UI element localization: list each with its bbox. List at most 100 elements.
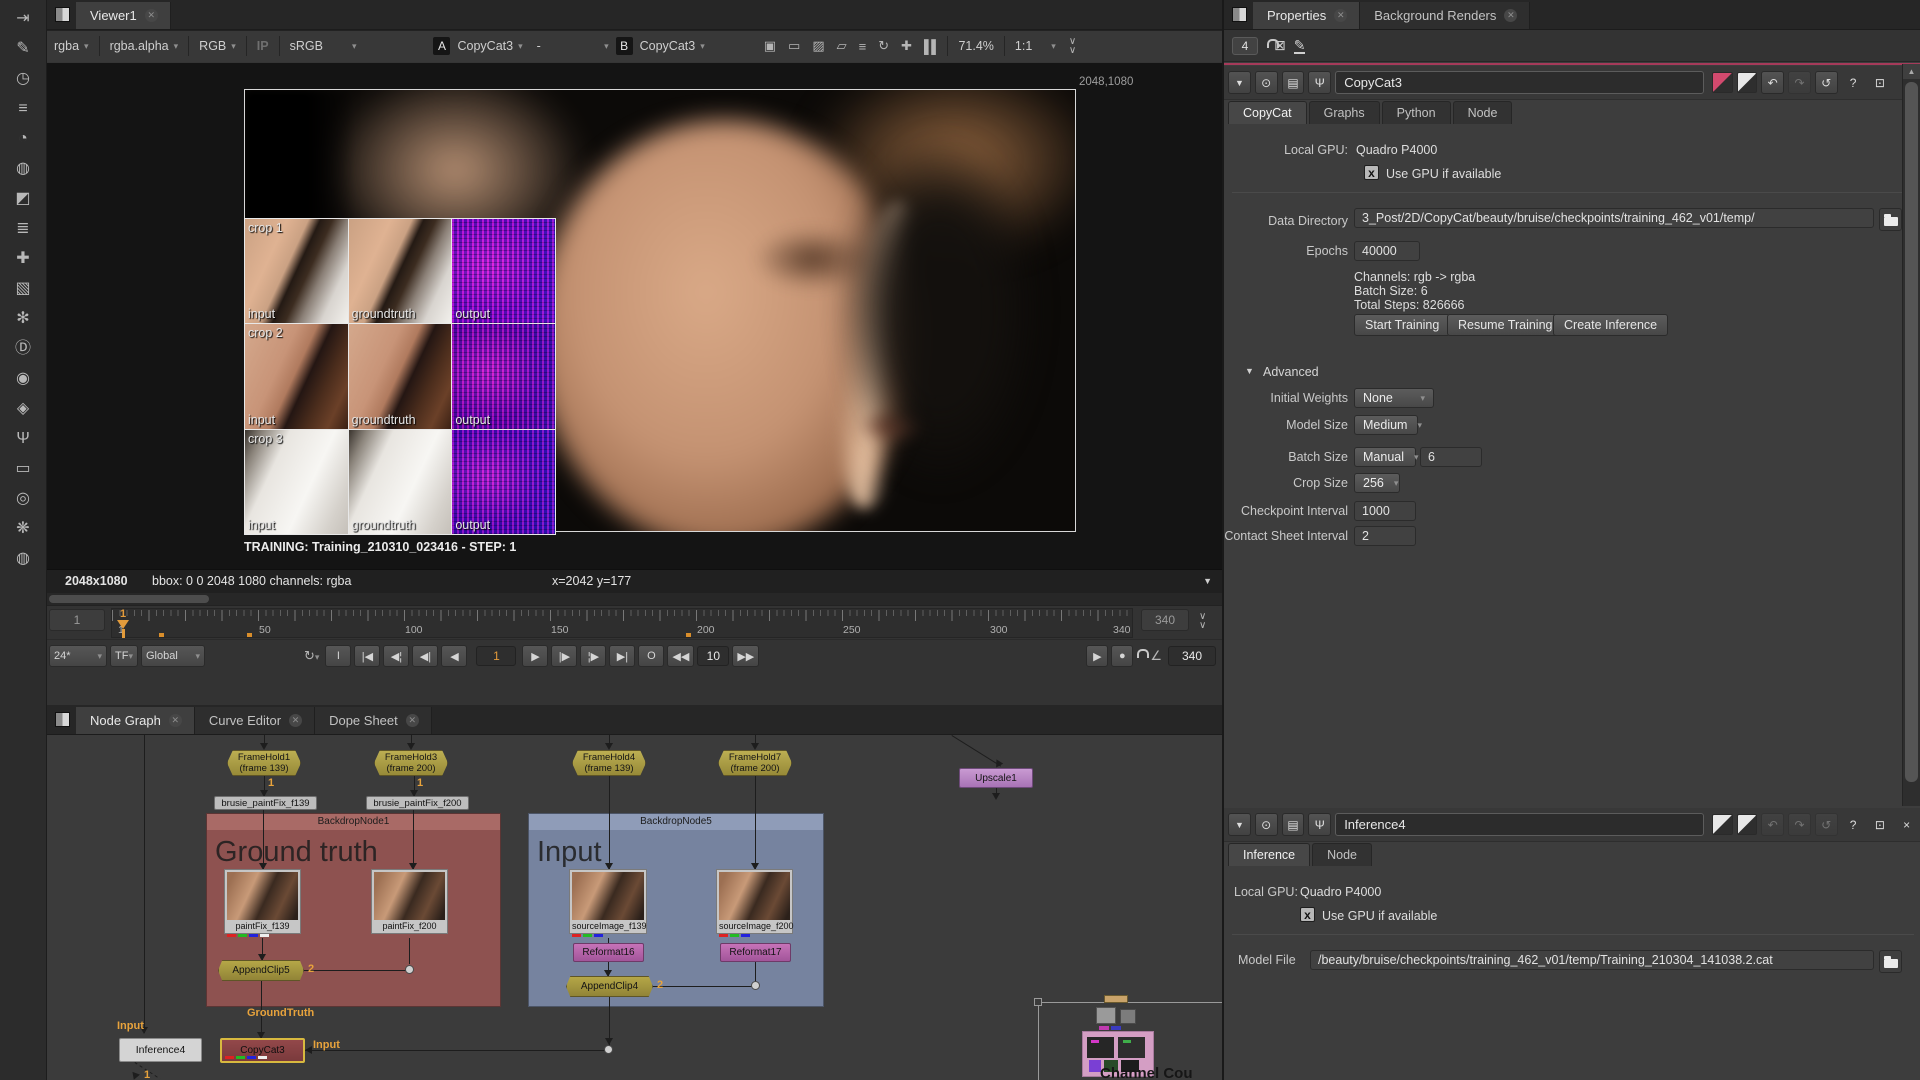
node-thumb-paintfix-f200[interactable]: paintFix_f200 xyxy=(371,869,448,934)
node-appendclip5[interactable]: AppendClip5 xyxy=(218,960,304,981)
tab-node-graph[interactable]: Node Graph ✕ xyxy=(76,707,195,734)
tab-inference-inference[interactable]: Inference xyxy=(1228,843,1311,866)
particles-icon[interactable]: ✻ xyxy=(10,308,36,329)
proxy-ratio-dropdown[interactable]: 1:1 ▾ xyxy=(1008,36,1063,56)
ip-toggle[interactable]: IP xyxy=(250,36,276,56)
info-expand-icon[interactable]: ▼ xyxy=(1203,576,1212,586)
node-framehold1[interactable]: FrameHold1 (frame 139) xyxy=(227,750,301,776)
tab-dope-sheet[interactable]: Dope Sheet ✕ xyxy=(315,707,432,734)
mini-node[interactable] xyxy=(1096,1007,1116,1024)
marquee-handle[interactable] xyxy=(1034,998,1042,1006)
range-start-box[interactable]: 1 xyxy=(49,609,105,631)
overlay-menu-icon[interactable]: ≡ xyxy=(853,39,873,54)
play-forward-button[interactable]: ▶ xyxy=(522,645,549,667)
play-backward-button[interactable]: ◀ xyxy=(441,645,468,667)
step-forward-button[interactable]: ▶▶ xyxy=(732,645,760,667)
timeline-chevron-icon[interactable]: ∨ ∨ xyxy=(1199,612,1206,631)
max-panels-input[interactable]: 4 xyxy=(1232,36,1258,55)
node-reformat17[interactable]: Reformat17 xyxy=(720,943,791,962)
frame-format-icon[interactable]: ▣ xyxy=(758,38,782,54)
help-icon[interactable]: ? xyxy=(1842,813,1865,836)
collapse-chevron-icon[interactable]: ∨ ∨ xyxy=(1063,37,1082,56)
current-frame-box[interactable]: 1 xyxy=(476,646,517,666)
color-icon[interactable]: ◔ xyxy=(10,128,36,149)
tab-copycat-graphs[interactable]: Graphs xyxy=(1308,101,1380,124)
close-icon[interactable]: ✕ xyxy=(289,714,303,727)
tab-background-renders[interactable]: Background Renders ✕ xyxy=(1360,2,1531,29)
checkpoint-interval-input[interactable]: 1000 xyxy=(1354,501,1416,521)
colorspace-dropdown[interactable]: sRGB ▾ xyxy=(283,36,364,56)
close-icon[interactable]: ✕ xyxy=(168,714,182,727)
model-size-dropdown[interactable]: Medium ▾ xyxy=(1354,415,1422,435)
node-thumb-sourceimage-f200[interactable]: sourceImage_f200 xyxy=(716,869,794,937)
node-graph-canvas[interactable]: BackdropNode1 Ground truth BackdropNode5… xyxy=(47,735,1222,1080)
node-color-swatch[interactable] xyxy=(1711,814,1733,835)
use-gpu-checkbox[interactable]: x xyxy=(1364,165,1379,180)
metadata-icon[interactable]: ◈ xyxy=(10,398,36,419)
refresh-icon[interactable]: ↻ xyxy=(872,38,895,54)
data-directory-input[interactable]: 3_Post/2D/CopyCat/beauty/bruise/checkpoi… xyxy=(1354,208,1874,228)
revert-icon[interactable]: ↺ xyxy=(1814,813,1838,836)
epochs-input[interactable]: 40000 xyxy=(1354,241,1420,261)
pause-icon[interactable]: ▌▌ xyxy=(918,39,944,54)
timeline-ruler[interactable]: 150100150200250300340 1 xyxy=(111,608,1133,638)
next-keyframe-button[interactable]: ¦▶ xyxy=(580,645,607,667)
toolsets-icon[interactable]: Ψ xyxy=(10,428,36,449)
display-dropdown[interactable]: RGB ▾ xyxy=(192,36,243,56)
prev-frame-button[interactable]: ◀| xyxy=(412,645,439,667)
first-frame-button[interactable]: |◀ xyxy=(354,645,381,667)
node-upscale1[interactable]: Upscale1 xyxy=(959,768,1033,788)
node-color-swatch[interactable] xyxy=(1711,72,1733,93)
tab-viewer1[interactable]: Viewer1 ✕ xyxy=(76,2,171,29)
views-dropdown[interactable]: Global ▾ xyxy=(140,645,205,667)
wire-dot[interactable] xyxy=(405,965,414,974)
node-name-field[interactable]: Inference4 xyxy=(1335,813,1704,836)
image-icon[interactable]: ⇥ xyxy=(10,8,36,29)
node-name-field[interactable]: CopyCat3 xyxy=(1335,71,1704,94)
zoom-level[interactable]: 71.4% xyxy=(951,36,1000,56)
crop-size-dropdown[interactable]: 256 ▾ xyxy=(1354,473,1400,493)
folder-browse-icon[interactable] xyxy=(1879,208,1902,231)
node-inference4[interactable]: Inference4 xyxy=(119,1038,202,1062)
gl-color-swatch[interactable] xyxy=(1736,814,1758,835)
filter-icon[interactable]: ◍ xyxy=(10,158,36,179)
wire-dot[interactable] xyxy=(751,981,760,990)
collapse-icon[interactable]: ▼ xyxy=(1228,71,1251,94)
channel-icon[interactable]: ≡ xyxy=(10,98,36,119)
playhead[interactable]: 1 xyxy=(115,608,131,638)
views-icon[interactable]: ◉ xyxy=(10,368,36,389)
deep-icon[interactable]: Ⓓ xyxy=(10,338,36,359)
cliptest-icon[interactable]: ▱ xyxy=(831,38,853,54)
wrench-icon[interactable]: Ψ xyxy=(1308,813,1332,836)
tab-inference-node[interactable]: Node xyxy=(1312,843,1373,866)
layer-dropdown[interactable]: rgba.alpha ▾ xyxy=(103,36,186,56)
step-back-button[interactable]: ◀◀ xyxy=(667,645,695,667)
float-panel-icon[interactable]: ⊡ xyxy=(1868,813,1891,836)
loop-mode-icon[interactable]: ↻▾ xyxy=(298,648,325,664)
merge-icon[interactable]: ≣ xyxy=(10,218,36,239)
collapse-icon[interactable]: ▼ xyxy=(1228,813,1251,836)
redo-icon[interactable]: ↷ xyxy=(1788,813,1811,836)
node-appendclip4[interactable]: AppendClip4 xyxy=(566,976,653,997)
batch-size-input[interactable]: 6 xyxy=(1420,447,1482,467)
pane-menu-icon[interactable] xyxy=(55,712,70,727)
tab-copycat-python[interactable]: Python xyxy=(1381,101,1451,124)
ab-mode-dropdown[interactable]: - ▾ xyxy=(530,36,616,56)
initial-weights-dropdown[interactable]: None ▾ xyxy=(1354,388,1434,408)
close-icon[interactable]: ✕ xyxy=(144,9,158,22)
use-gpu-checkbox[interactable]: x xyxy=(1300,907,1315,922)
undo-icon[interactable]: ↶ xyxy=(1761,813,1785,836)
tf-dropdown[interactable]: TF ▾ xyxy=(110,645,138,667)
folder-browse-icon[interactable] xyxy=(1879,950,1902,973)
close-panel-icon[interactable]: × xyxy=(1895,813,1918,836)
roi-icon[interactable]: ▭ xyxy=(782,38,806,54)
node-thumb-paintfix-f139[interactable]: paintFix_f139 xyxy=(224,869,301,937)
draw-icon[interactable]: ✎ xyxy=(10,38,36,59)
next-frame-button[interactable]: |▶ xyxy=(551,645,578,667)
tab-copycat-copycat[interactable]: CopyCat xyxy=(1228,101,1307,124)
record-icon[interactable]: ● xyxy=(1111,645,1134,667)
wrench-icon[interactable]: Ψ xyxy=(1308,71,1332,94)
frame-step-box[interactable]: 10 xyxy=(697,646,730,666)
close-icon[interactable]: ✕ xyxy=(1504,9,1518,22)
furnace-icon[interactable]: ◎ xyxy=(10,488,36,509)
